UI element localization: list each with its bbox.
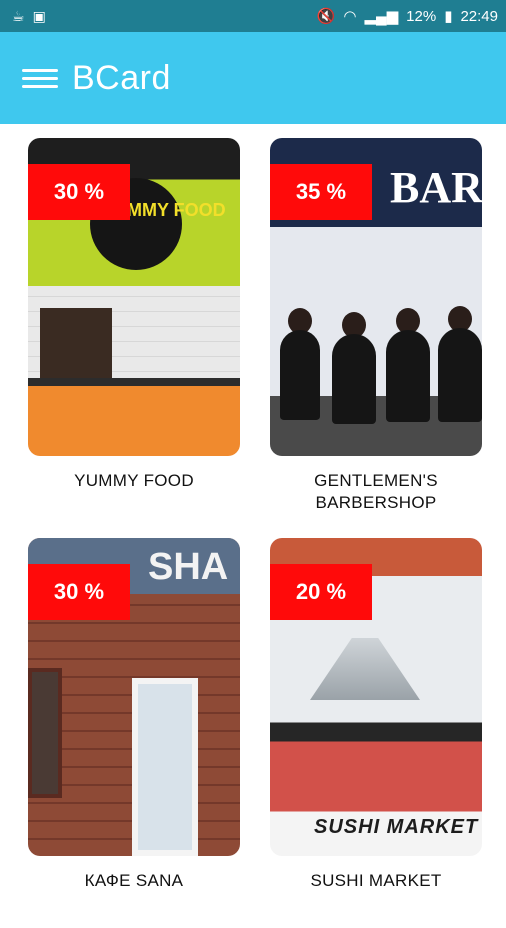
- wifi-icon: ◠: [343, 8, 357, 25]
- cafe-notification-icon: ☕: [12, 7, 25, 24]
- merchant-name: GENTLEMEN'S BARBERSHOP: [314, 471, 438, 512]
- clock: 22:49: [460, 7, 498, 25]
- app-title: BCard: [72, 58, 171, 97]
- sign-text: SHA: [148, 546, 229, 588]
- merchant-name: КАФЕ SANA: [84, 871, 184, 890]
- merchant-card-kafe-sana[interactable]: SHA 30 % КАФЕ SANA: [28, 538, 240, 928]
- sign-text: SUSHI MARKET: [314, 816, 479, 838]
- sign-text: BAR: [390, 163, 482, 212]
- merchant-card-barbershop[interactable]: BAR 35 % GENTLEMEN'S BARBERSHOP: [270, 138, 482, 528]
- battery-percent: 12%: [406, 7, 437, 25]
- app-bar: BCard: [0, 32, 506, 124]
- menu-icon[interactable]: [22, 63, 58, 93]
- signal-icon: ▂▄▆: [364, 8, 399, 25]
- merchant-grid: YUMMY FOOD 30 % YUMMY FOOD BAR 35 % GENT…: [0, 124, 506, 928]
- merchant-name: SUSHI MARKET: [310, 871, 442, 890]
- merchant-card-yummy-food[interactable]: YUMMY FOOD 30 % YUMMY FOOD: [28, 138, 240, 528]
- merchant-image: SHA 30 %: [28, 538, 240, 856]
- merchant-image: BAR 35 %: [270, 138, 482, 456]
- discount-badge: 30 %: [28, 564, 130, 620]
- merchant-image: YUMMY FOOD 30 %: [28, 138, 240, 456]
- merchant-image: SUSHI MARKET 20 %: [270, 538, 482, 856]
- status-bar: ☕ ▣ 🔇 ◠ ▂▄▆ 12% ▮ 22:49: [0, 0, 506, 32]
- discount-badge: 35 %: [270, 164, 372, 220]
- app-notification-icon: ▣: [32, 7, 46, 24]
- discount-badge: 30 %: [28, 164, 130, 220]
- merchant-card-sushi-market[interactable]: SUSHI MARKET 20 % SUSHI MARKET: [270, 538, 482, 928]
- battery-icon: ▮: [444, 8, 453, 25]
- mute-icon: 🔇: [316, 8, 336, 25]
- discount-badge: 20 %: [270, 564, 372, 620]
- merchant-name: YUMMY FOOD: [74, 471, 194, 490]
